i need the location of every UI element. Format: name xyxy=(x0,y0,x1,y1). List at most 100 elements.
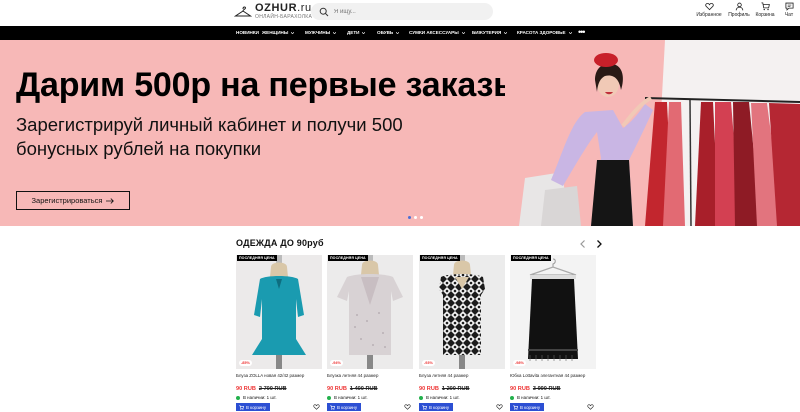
stock-status: В наличии: 1 шт. xyxy=(510,395,596,400)
card-actions: В корзину xyxy=(236,403,322,411)
stock-status: В наличии: 1 шт. xyxy=(236,395,322,400)
last-price-badge: ПОСЛЕДНЯЯ ЦЕНА xyxy=(237,255,277,261)
chevron-down-icon xyxy=(504,32,508,34)
current-price: 90 RUB xyxy=(419,386,439,392)
product-photo xyxy=(510,255,596,369)
card-actions: В корзину xyxy=(419,403,505,411)
brand-tagline: ОНЛАЙН-БАРАХОЛКА xyxy=(255,14,313,20)
discount-badge: -93% xyxy=(422,360,435,366)
card-actions: В корзину xyxy=(327,403,413,411)
old-price: 3 990 RUB xyxy=(532,386,561,392)
profile-button[interactable]: Профиль xyxy=(726,2,752,18)
cart-icon xyxy=(239,404,244,410)
banner-title: Дарим 500р на первые заказы xyxy=(16,66,522,104)
product-image[interactable]: ПОСЛЕДНЯЯ ЦЕНА -98% xyxy=(510,255,596,369)
nav-item-label: ОБУВЬ xyxy=(377,30,394,35)
nav-more-button[interactable]: ••• xyxy=(578,26,586,40)
site-logo[interactable]: OZHUR.ru ОНЛАЙН-БАРАХОЛКА xyxy=(234,3,312,20)
banner-model-photo xyxy=(505,40,800,226)
favorites-button[interactable]: Избранное xyxy=(692,2,726,18)
chevron-down-icon xyxy=(568,32,572,34)
product-image[interactable]: ПОСЛЕДНЯЯ ЦЕНА -85% xyxy=(236,255,322,369)
favorite-heart-icon[interactable] xyxy=(313,404,320,410)
product-photo xyxy=(327,255,413,369)
add-to-cart-button[interactable]: В корзину xyxy=(236,403,270,411)
add-to-cart-button[interactable]: В корзину xyxy=(419,403,453,411)
carousel-dot[interactable] xyxy=(414,216,417,219)
product-card[interactable]: ПОСЛЕДНЯЯ ЦЕНА -94% Блузка летняя 44 раз… xyxy=(327,255,413,411)
add-to-cart-button[interactable]: В корзину xyxy=(510,403,544,411)
product-name[interactable]: Юбка Lottavita элегантная 44 размер xyxy=(510,373,596,378)
register-button[interactable]: Зарегистрироваться xyxy=(16,191,130,210)
favorite-heart-icon[interactable] xyxy=(404,404,411,410)
in-stock-dot xyxy=(419,395,423,400)
favorite-heart-icon[interactable] xyxy=(496,404,503,410)
product-card[interactable]: ПОСЛЕДНЯЯ ЦЕНА -98% Юбка Lottavita элега… xyxy=(510,255,596,411)
nav-item-shoes[interactable]: ОБУВЬ xyxy=(377,26,400,40)
discount-badge: -85% xyxy=(239,360,252,366)
register-button-label: Зарегистрироваться xyxy=(31,196,103,205)
nav-item-kids[interactable]: ДЕТИ xyxy=(347,26,366,40)
cart-icon xyxy=(513,404,518,410)
cart-icon xyxy=(760,2,770,11)
search-bar[interactable] xyxy=(311,3,493,20)
product-name[interactable]: Блуза летняя 44 размер xyxy=(419,373,505,378)
hanger-icon xyxy=(234,6,252,17)
nav-item-label: БИЖУТЕРИЯ xyxy=(472,30,502,35)
nav-item-bags[interactable]: СУМКИ АКСЕССУАРЫ xyxy=(409,26,465,40)
product-image[interactable]: ПОСЛЕДНЯЯ ЦЕНА -93% xyxy=(419,255,505,369)
chevron-right-icon[interactable] xyxy=(594,239,604,249)
nav-item-beauty[interactable]: КРАСОТА ЗДОРОВЬЕ xyxy=(517,26,572,40)
chat-label: Чат xyxy=(784,12,794,18)
last-price-badge: ПОСЛЕДНЯЯ ЦЕНА xyxy=(420,255,460,261)
current-price: 90 RUB xyxy=(510,386,530,392)
nav-item-label: МУЖЧИНЫ xyxy=(305,30,331,35)
add-to-cart-label: В корзину xyxy=(429,404,450,410)
old-price: 1 400 RUB xyxy=(349,386,378,392)
promo-banner[interactable]: Дарим 500р на первые заказы Зарегистриру… xyxy=(0,40,800,226)
chevron-left-icon[interactable] xyxy=(578,239,588,249)
old-price: 1 200 RUB xyxy=(441,386,470,392)
chevron-down-icon xyxy=(362,32,366,34)
chat-icon xyxy=(784,2,794,11)
nav-item-men[interactable]: МУЖЧИНЫ xyxy=(305,26,337,40)
product-name[interactable]: Блузка летняя 44 размер xyxy=(327,373,413,378)
stock-label: В наличии: 1 шт. xyxy=(334,395,368,400)
product-card[interactable]: ПОСЛЕДНЯЯ ЦЕНА -85% Блуза ZOLLA новая 42… xyxy=(236,255,322,411)
stock-label: В наличии: 1 шт. xyxy=(426,395,460,400)
in-stock-dot xyxy=(236,395,240,400)
add-to-cart-button[interactable]: В корзину xyxy=(327,403,361,411)
nav-item-women[interactable]: ЖЕНЩИНЫ xyxy=(262,26,295,40)
favorite-heart-icon[interactable] xyxy=(587,404,594,410)
nav-item-label: СУМКИ АКСЕССУАРЫ xyxy=(409,30,459,35)
site-header: OZHUR.ru ОНЛАЙН-БАРАХОЛКА Избранное Проф… xyxy=(0,0,800,26)
current-price: 90 RUB xyxy=(327,386,347,392)
favorites-label: Избранное xyxy=(696,12,722,18)
nav-item-label: ЖЕНЩИНЫ xyxy=(262,30,289,35)
product-photo xyxy=(419,255,505,369)
cart-label: Корзина xyxy=(755,12,775,18)
cart-button[interactable]: Корзина xyxy=(752,2,778,18)
product-name[interactable]: Блуза ZOLLA новая 42/42 размер xyxy=(236,373,322,378)
stock-label: В наличии: 1 шт. xyxy=(243,395,277,400)
search-input[interactable] xyxy=(334,8,484,15)
current-price: 90 RUB xyxy=(236,386,256,392)
carousel-dot[interactable] xyxy=(408,216,411,219)
add-to-cart-label: В корзину xyxy=(520,404,541,410)
discount-badge: -98% xyxy=(513,360,526,366)
in-stock-dot xyxy=(510,395,514,400)
search-icon xyxy=(319,7,329,16)
product-image[interactable]: ПОСЛЕДНЯЯ ЦЕНА -94% xyxy=(327,255,413,369)
product-card[interactable]: ПОСЛЕДНЯЯ ЦЕНА -93% Блуза летняя 44 разм… xyxy=(419,255,505,411)
carousel-dot[interactable] xyxy=(420,216,423,219)
in-stock-dot xyxy=(327,395,331,400)
chat-button[interactable]: Чат xyxy=(778,2,800,18)
nav-item-new[interactable]: НОВИНКИ xyxy=(236,26,259,40)
nav-item-jewelry[interactable]: БИЖУТЕРИЯ xyxy=(472,26,508,40)
add-to-cart-label: В корзину xyxy=(337,404,358,410)
product-price: 90 RUB 1 400 RUB xyxy=(327,386,413,392)
category-nav: НОВИНКИ ЖЕНЩИНЫ МУЖЧИНЫ ДЕТИ ОБУВЬ СУМКИ… xyxy=(0,26,800,40)
add-to-cart-label: В корзину xyxy=(246,404,267,410)
chevron-down-icon xyxy=(396,32,400,34)
arrow-right-icon xyxy=(106,197,115,204)
